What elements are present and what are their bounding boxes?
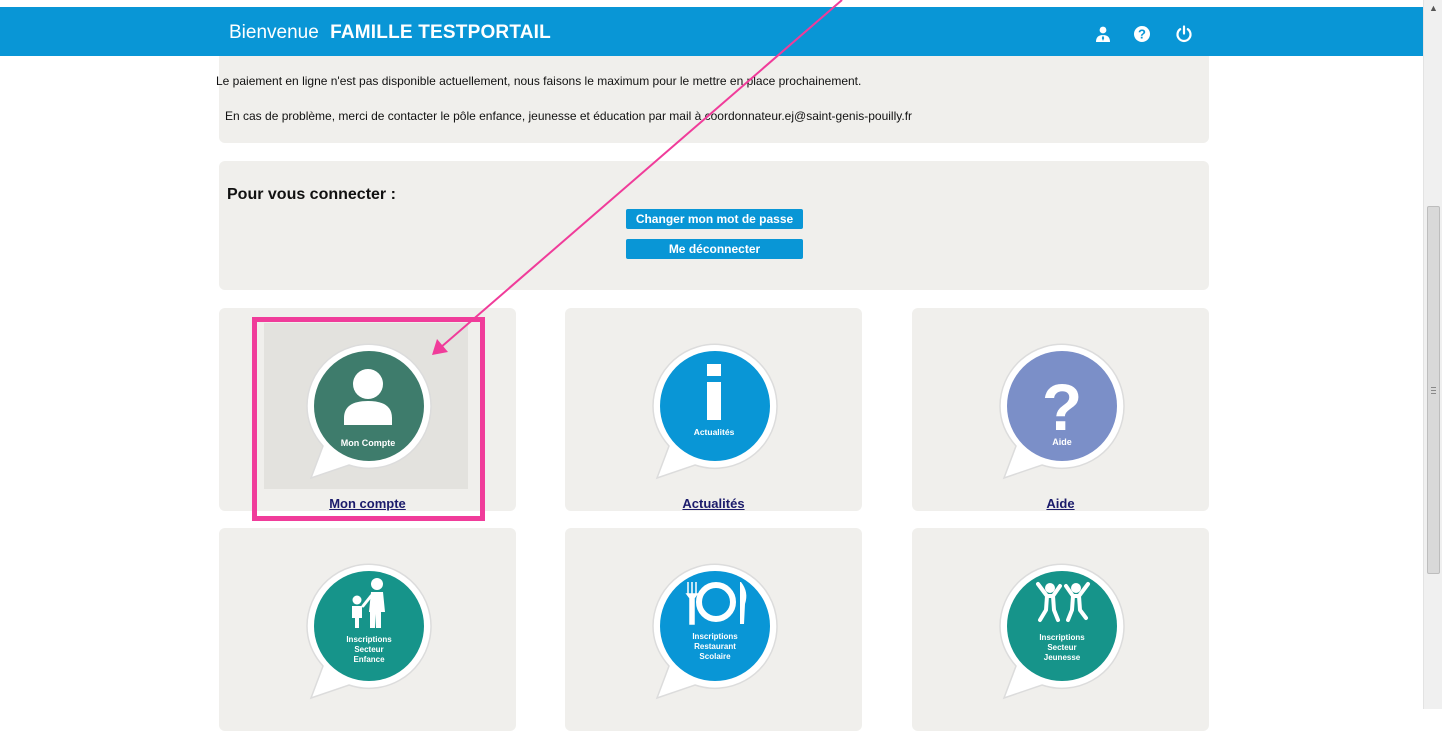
bubble-label-line3: Jeunesse (1044, 653, 1081, 662)
tile-label-aide[interactable]: Aide (912, 496, 1209, 511)
svg-text:?: ? (1138, 27, 1146, 42)
annotation-highlight-box (252, 317, 485, 521)
scroll-up-arrow-icon[interactable]: ▲ (1428, 4, 1439, 13)
bubble-label-line3: Enfance (353, 655, 385, 664)
bubble-label-line1: Inscriptions (1039, 633, 1085, 642)
bubble-label-line3: Scolaire (699, 652, 731, 661)
welcome-title: Bienvenue FAMILLE TESTPORTAIL (229, 22, 551, 44)
connect-title: Pour vous connecter : (227, 186, 396, 203)
window-top-edge (0, 0, 1423, 7)
payment-notice: Le paiement en ligne n'est pas disponibl… (216, 74, 862, 88)
top-header: Bienvenue FAMILLE TESTPORTAIL ? (0, 7, 1423, 56)
help-icon[interactable]: ? (1133, 25, 1151, 43)
tile-actualites[interactable]: Actualités Actualités (565, 308, 862, 511)
jumping-kids-icon[interactable]: Inscriptions Secteur Jeunesse (992, 554, 1132, 700)
bubble-label-line2: Restaurant (694, 642, 736, 651)
question-icon[interactable]: ? Aide (992, 334, 1132, 480)
welcome-text: Bienvenue (229, 22, 319, 43)
bubble-label-line1: Inscriptions (692, 632, 738, 641)
tile-inscriptions-enfance[interactable]: Inscriptions Secteur Enfance (219, 528, 516, 731)
logout-button[interactable]: Me déconnecter (626, 239, 803, 259)
plate-cutlery-icon[interactable]: Inscriptions Restaurant Scolaire (645, 554, 785, 700)
bubble-label-line2: Secteur (1047, 643, 1076, 652)
bubble-label-line2: Secteur (354, 645, 383, 654)
change-password-button[interactable]: Changer mon mot de passe (626, 209, 803, 229)
contact-notice: En cas de problème, merci de contacter l… (225, 109, 913, 123)
tile-inscriptions-restaurant[interactable]: Inscriptions Restaurant Scolaire (565, 528, 862, 731)
tile-inscriptions-jeunesse[interactable]: Inscriptions Secteur Jeunesse (912, 528, 1209, 731)
tile-aide[interactable]: ? Aide Aide (912, 308, 1209, 511)
connect-panel: Pour vous connecter : Changer mon mot de… (219, 161, 1209, 290)
bubble-label: Actualités (694, 427, 735, 437)
svg-text:?: ? (1042, 370, 1082, 444)
info-icon[interactable]: Actualités (645, 334, 785, 480)
adult-child-icon[interactable]: Inscriptions Secteur Enfance (299, 554, 439, 700)
family-name: FAMILLE TESTPORTAIL (330, 22, 551, 43)
scroll-thumb[interactable] (1427, 206, 1440, 574)
bubble-label: Aide (1052, 437, 1072, 447)
bubble-label-line1: Inscriptions (346, 635, 392, 644)
vertical-scrollbar[interactable]: ▲ (1423, 0, 1442, 709)
info-panel: Le paiement en ligne n'est pas disponibl… (216, 56, 1209, 143)
user-icon[interactable] (1094, 25, 1112, 43)
tile-label-actualites[interactable]: Actualités (565, 496, 862, 511)
power-icon[interactable] (1175, 25, 1193, 43)
